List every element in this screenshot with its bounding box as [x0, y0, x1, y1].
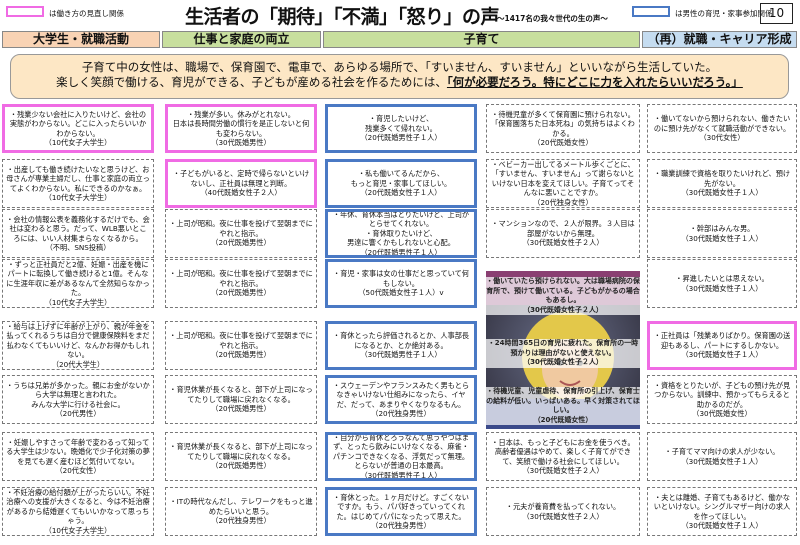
intro-line-2-plain: 楽しく笑顔で働ける、育児ができる、子どもが産める社会を作るためには、	[56, 75, 447, 89]
voice-card: ・昇進したいとは思えない。 （30代既婚女性子１人）	[647, 259, 797, 308]
category-work-family: 仕事と家庭の両立	[162, 31, 321, 48]
voice-card: ・子育てママ向けの求人が少ない。 （30代既婚女性子１人）	[647, 432, 797, 481]
photo-caption-bot: ・待機児童、児童虐待、保育所の引上げ、保育士の給料が低い。いっぱいある。早く対策…	[486, 387, 640, 425]
voice-card: ・残業が多い。休みがとれない。 日本は長時間労働の慣行を是正しないと何も変わらな…	[165, 104, 317, 153]
voice-card: ・夫とは離婚、子育てもあるけど、働かないといけない。シングルマザー向けの求人を作…	[647, 487, 797, 536]
page-subtitle: ～1417名の我々世代の生の声～	[497, 14, 608, 23]
category-childcare: 子育て	[323, 31, 640, 48]
voice-card: ・年休、育休本当はとりたいけど、上司がとらせてくれない。 ・育休取りたいけど、 …	[325, 209, 477, 258]
legend-pink-label: は働き方の見直し関係	[49, 9, 124, 18]
voice-card: ・残業少ない会社に入りたいけど、会社の実態がわからない。どこに入ったらいいかわか…	[2, 104, 154, 153]
voice-card: ・育休とったら評価されるとか、人事部長になるとか、とか絶対ある。 （30代既婚男…	[325, 321, 477, 370]
voice-card: ・育児休業が長くなると、部下が上司になってたりして職場に戻れなくなる。 （20代…	[165, 375, 317, 424]
voice-card: ・上司が昭和。夜に仕事を投げて翌朝までにやれと指示。 （20代既婚男性）	[165, 259, 317, 308]
voice-card: ・ずっと正社員だと2億、妊娠・出産を機にパートに転換して働き続けると1億。そんな…	[2, 259, 154, 308]
voice-card: ・幹部はみんな男。 （30代既婚女性子１人）	[647, 209, 797, 258]
intro-banner: 子育て中の女性は、職場で、保育園で、電車で、あらゆる場所で、「すいません、すいま…	[10, 54, 789, 99]
voice-card: ・育児したいけど、 残業多くて帰れない。 （20代既婚男性子１人）	[325, 104, 477, 153]
voice-card: ・妊娠しやすさって年齢で変わるって知ってる大学生は少ない。晩婚化で少子化対策の夢…	[2, 432, 154, 481]
voice-card: ・育児休業が長くなると、部下が上司になってたりして職場に戻れなくなる。 （20代…	[165, 432, 317, 481]
photo-caption-top: ・働いていたら預けられない。大は職場病院の保育所で、預けて働いている。子どもがか…	[486, 277, 640, 315]
voice-card: ・子どもがいると、定時で帰らないといけないし、正社員は無理と判断。 （40代既婚…	[165, 159, 317, 208]
voice-card: ・ベビーカー出してるメートル歩くごとに、「すいません、すいません」って謝らないと…	[486, 159, 640, 208]
category-students: 大学生・就職活動	[2, 31, 160, 48]
page-number: 10	[760, 3, 793, 24]
voice-card: ・元夫が養育費を払ってくれない。 （30代既婚女性子２人）	[486, 487, 640, 536]
voice-card: ・正社員は「残業ありばかり。保育園の送迎もあるし、パートにするしかない。 （30…	[647, 321, 797, 370]
voice-card: ・待機児童が多くて保育園に預けられない。「保育園落ちた日本死ね」の気持ちはよくわ…	[486, 104, 640, 153]
photo-baby: ・働いていたら預けられない。大は職場病院の保育所で、預けて働いている。子どもがか…	[486, 271, 640, 429]
legend-blue-swatch	[632, 6, 670, 17]
voice-card: ・働いてないから預けられない、働きたいのに預け先がなくて就職活動ができない。 （…	[647, 104, 797, 153]
voice-card: ・マンションなので、２人が限界。３人目は部屋がないから無理。 （30代既婚女性子…	[486, 209, 640, 258]
voice-card: ・上司が昭和。夜に仕事を投げて翌朝までにやれと指示。 （20代既婚男性）	[165, 321, 317, 370]
voice-card: ・職業訓練で資格を取りたいけれど、預け先がない。 （30代既婚女性子１人）	[647, 159, 797, 208]
intro-line-2-emphasis: 「何が必要だろう。特にどこに力を入れたらいいだろう。」	[446, 75, 743, 89]
voice-card: ・育児・家事は女の仕事だと思っていて何もしない。 （50代既婚女性子１人）v	[325, 259, 477, 308]
voice-card: ・給与は上げずに年齢が上がり、親が年金を払ってくれるうちは自分で健康保険料をまだ…	[2, 321, 154, 370]
legend-pink-swatch	[6, 6, 44, 17]
intro-line-1: 子育て中の女性は、職場で、保育園で、電車で、あらゆる場所で、「すいません、すいま…	[81, 60, 718, 74]
voice-card: ・出産しても働き続けたいなと思うけど、お母さんが専業主婦だし、仕事と家庭の両立っ…	[2, 159, 154, 208]
voice-card: ・私も働いてるんだから、 もっと育児・家事してほしい。 （20代既婚女性子１人）	[325, 159, 477, 208]
voice-card: ・うちは兄弟が多かった。親にお金がないから大学は無理と言われた。 みんな大学に行…	[2, 375, 154, 424]
voice-card: ・日本は、もっと子どもにお金を使うべき。高齢者優遇はやめて、楽しく子育てができて…	[486, 432, 640, 481]
voice-card: ・スウェーデンやフランスみたく男もとらなきゃいけない仕組みになったら、イヤだ、だ…	[325, 375, 477, 424]
voice-card: ・上司が昭和。夜に仕事を投げて翌朝までにやれと指示。 （20代既婚男性）	[165, 209, 317, 258]
voice-card: ・資格をとりたいが、子どもの預け先が見つからない。訓練中、預かってもらえると助か…	[647, 375, 797, 424]
voice-card: ・ITの時代なんだし、テレワークをもっと進めたらいいと思う。 （20代独身男性）	[165, 487, 317, 536]
page-title: 生活者の「期待」「不満」「怒り」の声	[185, 6, 500, 28]
photo-caption-mid: ・24時間365日の育児に疲れた。保育所の一時預かりは理由がないと使えない。 （…	[486, 339, 640, 368]
intro-line-2: 楽しく笑顔で働ける、育児ができる、子どもが産める社会を作るためには、「何が必要だ…	[11, 75, 788, 90]
voice-card: ・不妊治療の給付額が上がったらいい。不妊治療への支援が大きくなると、今は不妊治療…	[2, 487, 154, 536]
legend-blue-label: は男性の育児・家事参加関係	[675, 9, 773, 18]
voice-card: ・会社の情報公表を義務化するだけでも、会社は変わると思う。だって、WLB悪いとこ…	[2, 209, 154, 258]
voice-card: ・自分から育休とろうなんて思うやつはまず、とったら飲みにいけなくなる、麻雀・パチ…	[325, 432, 477, 481]
category-career: （再）就職・キャリア形成	[642, 31, 797, 48]
voice-card: ・育休とった。１ヶ月だけど。すごくないですか。もう、パパ好きっていってくれた。は…	[325, 487, 477, 536]
